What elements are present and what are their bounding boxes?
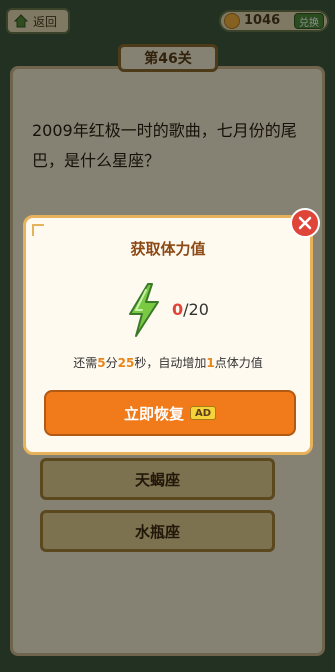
energy-modal: 获取体力值 0/20 还需5分25秒，自动增加1点体力值 立即恢复 AD	[23, 208, 320, 455]
countdown-suffix: 点体力值	[214, 356, 263, 370]
recover-now-button[interactable]: 立即恢复 AD	[44, 390, 296, 436]
energy-display: 0/20	[126, 280, 266, 340]
countdown-seconds: 25	[117, 356, 135, 370]
modal-title: 获取体力值	[130, 240, 206, 258]
countdown-min-unit: 分	[105, 356, 118, 370]
ad-badge: AD	[189, 406, 217, 420]
countdown-amount: 1	[206, 356, 215, 370]
close-icon	[298, 216, 312, 230]
countdown-minutes: 5	[97, 356, 106, 370]
countdown-prefix: 还需	[73, 356, 98, 370]
recover-label: 立即恢复	[123, 404, 184, 423]
lightning-bolt-icon	[129, 283, 159, 337]
corner-decoration	[32, 224, 44, 236]
energy-value: 0/20	[172, 300, 209, 319]
energy-current: 0	[172, 300, 184, 319]
recovery-countdown: 还需5分25秒，自动增加1点体力值	[26, 354, 310, 371]
energy-max: /20	[183, 300, 209, 319]
countdown-sec-unit: 秒，自动增加	[134, 356, 207, 370]
close-button[interactable]	[290, 208, 320, 238]
